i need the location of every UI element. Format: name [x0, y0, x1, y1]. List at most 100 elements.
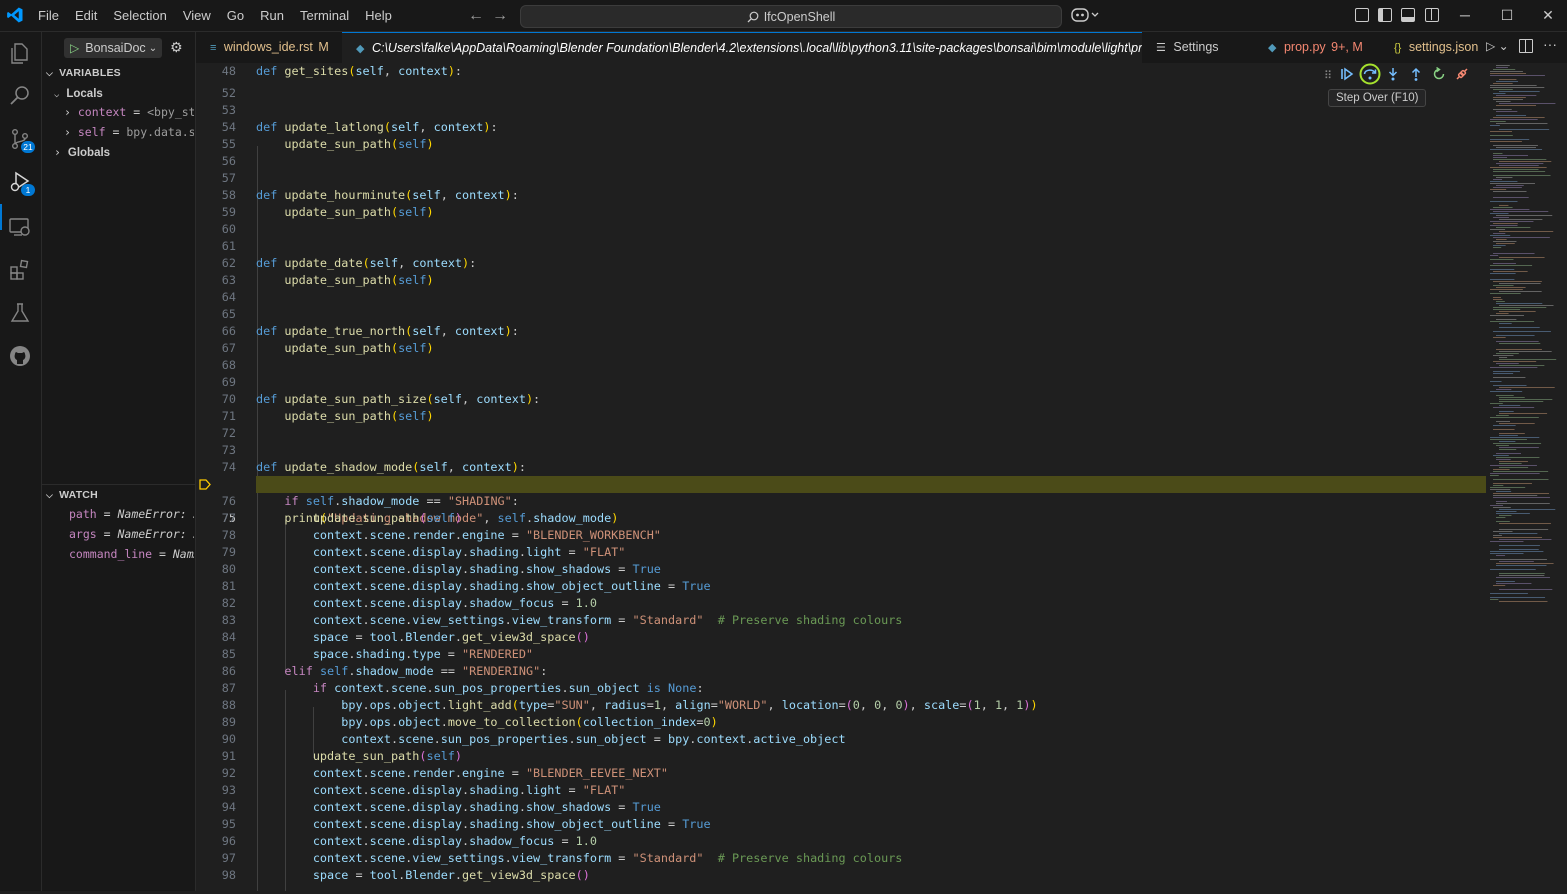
- watch-row[interactable]: args = NameError: …: [69, 524, 194, 544]
- minimap-line: [1493, 507, 1511, 508]
- search-view-icon[interactable]: [8, 84, 32, 108]
- code-line: 71 update_sun_path(self): [221, 409, 434, 423]
- minimap-line: [1496, 243, 1515, 244]
- step-into-icon[interactable]: [1381, 67, 1404, 84]
- tab-prop-py-active[interactable]: ◆ C:\Users\falke\AppData\Roaming\Blender…: [342, 32, 1142, 63]
- minimap-line: [1499, 539, 1552, 540]
- minimap-line: [1490, 265, 1533, 266]
- minimap-line: [1499, 529, 1549, 530]
- minimap-line: [1490, 225, 1518, 226]
- vscode-logo-icon: [7, 7, 23, 23]
- run-debug-icon[interactable]: 1: [8, 170, 35, 196]
- settings-icon: ☰: [1156, 42, 1166, 54]
- close-window-button[interactable]: ✕: [1527, 0, 1567, 31]
- minimap-line: [1493, 307, 1547, 308]
- variable-value: <bpy_st…: [147, 105, 194, 119]
- code-line: 69: [221, 375, 236, 389]
- extensions-icon[interactable]: [8, 258, 32, 282]
- forward-arrow-icon[interactable]: →: [490, 6, 510, 26]
- menu-go[interactable]: Go: [219, 0, 252, 31]
- menu-view[interactable]: View: [175, 0, 219, 31]
- menu-run[interactable]: Run: [252, 0, 292, 31]
- remote-explorer-icon[interactable]: [8, 215, 32, 239]
- variable-row[interactable]: › self = bpy.data.s…: [64, 122, 194, 142]
- testing-flask-icon[interactable]: [8, 301, 32, 325]
- gear-icon[interactable]: ⚙: [170, 39, 183, 56]
- back-arrow-icon[interactable]: ←: [466, 6, 486, 26]
- step-over-icon[interactable]: [1358, 63, 1381, 88]
- menu-help[interactable]: Help: [357, 0, 400, 31]
- step-out-icon[interactable]: [1404, 67, 1427, 84]
- copilot-icon[interactable]: [1071, 6, 1101, 26]
- minimap-line: [1496, 111, 1518, 112]
- minimap-line: [1493, 455, 1509, 456]
- restart-icon[interactable]: [1427, 66, 1450, 84]
- minimap-line: [1490, 181, 1518, 182]
- minimap-line: [1496, 521, 1510, 522]
- menu-edit[interactable]: Edit: [67, 0, 105, 31]
- minimap-line: [1490, 321, 1535, 322]
- menu-terminal[interactable]: Terminal: [292, 0, 357, 31]
- watch-row[interactable]: command_line = Nam…: [69, 544, 194, 564]
- menu-file[interactable]: File: [30, 0, 67, 31]
- start-debugging-icon[interactable]: ▷: [70, 41, 79, 55]
- minimap-line: [1493, 535, 1502, 536]
- minimap-line: [1493, 479, 1549, 480]
- tab-label: windows_ide.rst: [223, 40, 313, 54]
- tab-windows-ide[interactable]: ≡ windows_ide.rst M: [196, 32, 342, 63]
- maximize-button[interactable]: ☐: [1486, 0, 1528, 31]
- minimap-line: [1499, 399, 1553, 400]
- minimap-line: [1493, 337, 1506, 338]
- toggle-primary-sidebar-icon[interactable]: [1378, 8, 1392, 22]
- variable-row[interactable]: › context = <bpy_st…: [64, 102, 194, 122]
- locals-scope[interactable]: ⌵ Locals: [54, 83, 103, 103]
- minimap-line: [1496, 123, 1548, 124]
- minimap-line: [1490, 559, 1547, 560]
- globals-scope[interactable]: › Globals: [54, 142, 110, 162]
- command-center-search[interactable]: IfcOpenShell: [520, 5, 1062, 28]
- continue-icon[interactable]: [1335, 67, 1358, 84]
- menu-selection[interactable]: Selection: [105, 0, 174, 31]
- variables-section-header[interactable]: ⌵ VARIABLES: [46, 63, 121, 83]
- disconnect-icon[interactable]: [1450, 67, 1473, 84]
- customize-layout-icon[interactable]: [1355, 8, 1369, 22]
- tab-prop-py[interactable]: ◆ prop.py 9+, M: [1260, 32, 1382, 63]
- minimap-line: [1496, 563, 1554, 564]
- run-file-icon[interactable]: ▷ ⌄: [1486, 39, 1509, 53]
- run-configuration-dropdown[interactable]: ▷ BonsaiDoc ⌄: [64, 38, 162, 58]
- minimap-line: [1493, 537, 1542, 538]
- github-icon[interactable]: [8, 344, 32, 368]
- source-control-icon[interactable]: 21: [8, 127, 35, 153]
- minimap-line: [1493, 429, 1515, 430]
- code-editor[interactable]: 48 def get_sites(self, context): 52 53 54…: [196, 63, 1486, 891]
- code-line: 97 context.scene.view_settings.view_tran…: [221, 851, 903, 865]
- minimap-line: [1490, 235, 1511, 236]
- minimap-line: [1493, 385, 1527, 386]
- code-line: 57: [221, 171, 236, 185]
- search-icon: [747, 11, 759, 22]
- minimap-line: [1493, 69, 1516, 70]
- minimap-line: [1490, 269, 1515, 270]
- explorer-icon[interactable]: [8, 41, 32, 65]
- watch-row[interactable]: path = NameError: …: [69, 504, 194, 524]
- active-view-indicator: [0, 204, 2, 230]
- tab-settings-json[interactable]: {} settings.json: [1386, 32, 1486, 63]
- minimap-line: [1493, 233, 1506, 234]
- locals-label: Locals: [66, 88, 103, 100]
- minimap-line: [1490, 183, 1535, 184]
- debug-stack-frame-arrow-icon[interactable]: [199, 479, 211, 490]
- toggle-secondary-sidebar-icon[interactable]: [1425, 8, 1439, 22]
- tab-settings[interactable]: ☰ Settings: [1148, 32, 1253, 63]
- minimap-line: [1496, 459, 1511, 460]
- minimap-line: [1496, 501, 1507, 502]
- minimap-line: [1493, 157, 1508, 158]
- minimap[interactable]: [1486, 63, 1567, 891]
- minimap-line: [1493, 145, 1538, 146]
- drag-handle-icon[interactable]: ⠿: [1321, 69, 1335, 82]
- more-actions-icon[interactable]: ···: [1543, 36, 1557, 52]
- code-line: 87 if context.scene.sun_pos_properties.s…: [221, 681, 704, 695]
- minimize-button[interactable]: ─: [1444, 0, 1486, 31]
- toggle-panel-icon[interactable]: [1401, 8, 1415, 22]
- watch-section-header[interactable]: ⌵ WATCH: [46, 485, 98, 505]
- split-editor-icon[interactable]: [1519, 39, 1533, 53]
